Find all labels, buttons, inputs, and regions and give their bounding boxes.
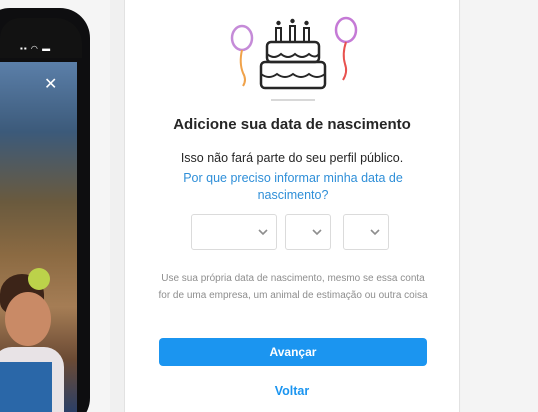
phone-status-icons: ▪▪ ◠ ▬ xyxy=(20,44,52,53)
chevron-down-icon xyxy=(258,229,268,236)
day-select[interactable] xyxy=(285,214,331,250)
birthday-dialog: Adicione sua data de nascimento Isso não… xyxy=(124,0,460,412)
dialog-subtitle: Isso não fará parte do seu perfil públic… xyxy=(180,151,404,165)
why-birthday-link[interactable]: Por que preciso informar minha data de n… xyxy=(165,170,421,204)
photo-overalls xyxy=(0,362,52,412)
year-select[interactable] xyxy=(343,214,389,250)
month-select[interactable] xyxy=(191,214,277,250)
chevron-down-icon xyxy=(370,229,380,236)
dialog-title: Adicione sua data de nascimento xyxy=(173,116,411,133)
photo-face xyxy=(5,292,51,346)
next-button[interactable]: Avançar xyxy=(159,338,427,366)
photo-apple xyxy=(28,268,50,290)
birthday-cake-icon xyxy=(230,16,358,101)
balloon-icon xyxy=(334,16,358,81)
balloon-icon xyxy=(230,24,254,87)
phone-mockup: ▪▪ ◠ ▬ ✕ xyxy=(0,0,110,412)
gutter xyxy=(110,0,124,412)
birthday-note: Use sua própria data de nascimento, mesm… xyxy=(158,273,428,301)
close-icon[interactable]: ✕ xyxy=(44,77,57,93)
chevron-down-icon xyxy=(312,229,322,236)
phone-screen-photo xyxy=(0,62,77,412)
back-link[interactable]: Voltar xyxy=(125,384,459,398)
right-background xyxy=(461,0,538,412)
